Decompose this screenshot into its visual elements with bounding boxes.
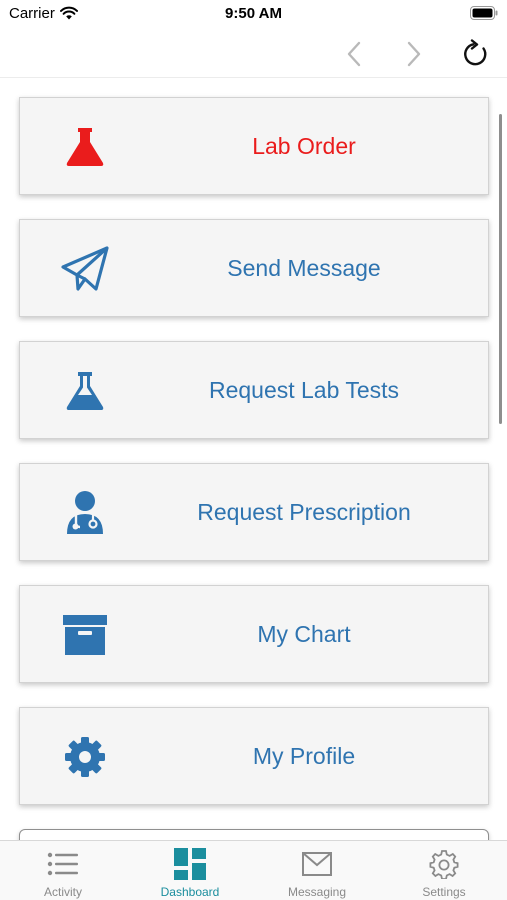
status-time: 9:50 AM — [225, 5, 282, 22]
tab-bar: Activity Dashboard Messaging Settings — [0, 840, 507, 900]
tab-label: Messaging — [287, 885, 347, 899]
envelope-icon — [254, 849, 380, 879]
tab-dashboard[interactable]: Dashboard — [127, 841, 253, 900]
tab-label: Settings — [422, 885, 466, 899]
archive-box-icon — [60, 612, 110, 658]
browser-nav-bar — [0, 30, 507, 78]
doctor-icon — [60, 490, 110, 536]
reload-button[interactable] — [458, 36, 494, 72]
chevron-right-icon — [407, 41, 421, 67]
tab-messaging[interactable]: Messaging — [254, 841, 380, 900]
request-prescription-label: Request Prescription — [197, 499, 411, 525]
forward-button[interactable] — [396, 36, 432, 72]
my-chart-label: My Chart — [257, 621, 351, 647]
dashboard-icon — [127, 848, 253, 880]
list-icon — [0, 849, 126, 879]
gear-icon — [60, 734, 110, 780]
send-message-label: Send Message — [227, 255, 381, 281]
reload-icon — [464, 39, 487, 66]
my-chart-button[interactable]: My Chart — [19, 585, 489, 683]
request-lab-tests-button[interactable]: Request Lab Tests — [19, 341, 489, 439]
request-lab-tests-label: Request Lab Tests — [208, 377, 400, 403]
my-profile-label: My Profile — [252, 743, 356, 769]
more-menu-card[interactable] — [19, 829, 489, 840]
request-prescription-button[interactable]: Request Prescription — [19, 463, 489, 561]
tab-activity[interactable]: Activity — [0, 841, 126, 900]
flask-icon — [60, 124, 110, 170]
back-button[interactable] — [336, 36, 372, 72]
gear-icon — [381, 849, 507, 879]
tab-label: Dashboard — [160, 885, 220, 899]
status-bar: Carrier 9:50 AM — [0, 0, 507, 30]
flask-icon — [60, 368, 110, 414]
lab-order-button[interactable]: Lab Order — [19, 97, 489, 195]
paper-plane-icon — [60, 246, 110, 292]
lab-order-label: Lab Order — [252, 133, 356, 159]
dashboard-content[interactable]: Lab Order Send Message Request Lab Tests — [0, 79, 507, 840]
scroll-indicator[interactable] — [499, 114, 502, 424]
chevron-left-icon — [347, 41, 361, 67]
battery-icon — [470, 6, 498, 25]
tab-label: Activity — [43, 885, 82, 899]
tab-settings[interactable]: Settings — [381, 841, 507, 900]
my-profile-button[interactable]: My Profile — [19, 707, 489, 805]
send-message-button[interactable]: Send Message — [19, 219, 489, 317]
